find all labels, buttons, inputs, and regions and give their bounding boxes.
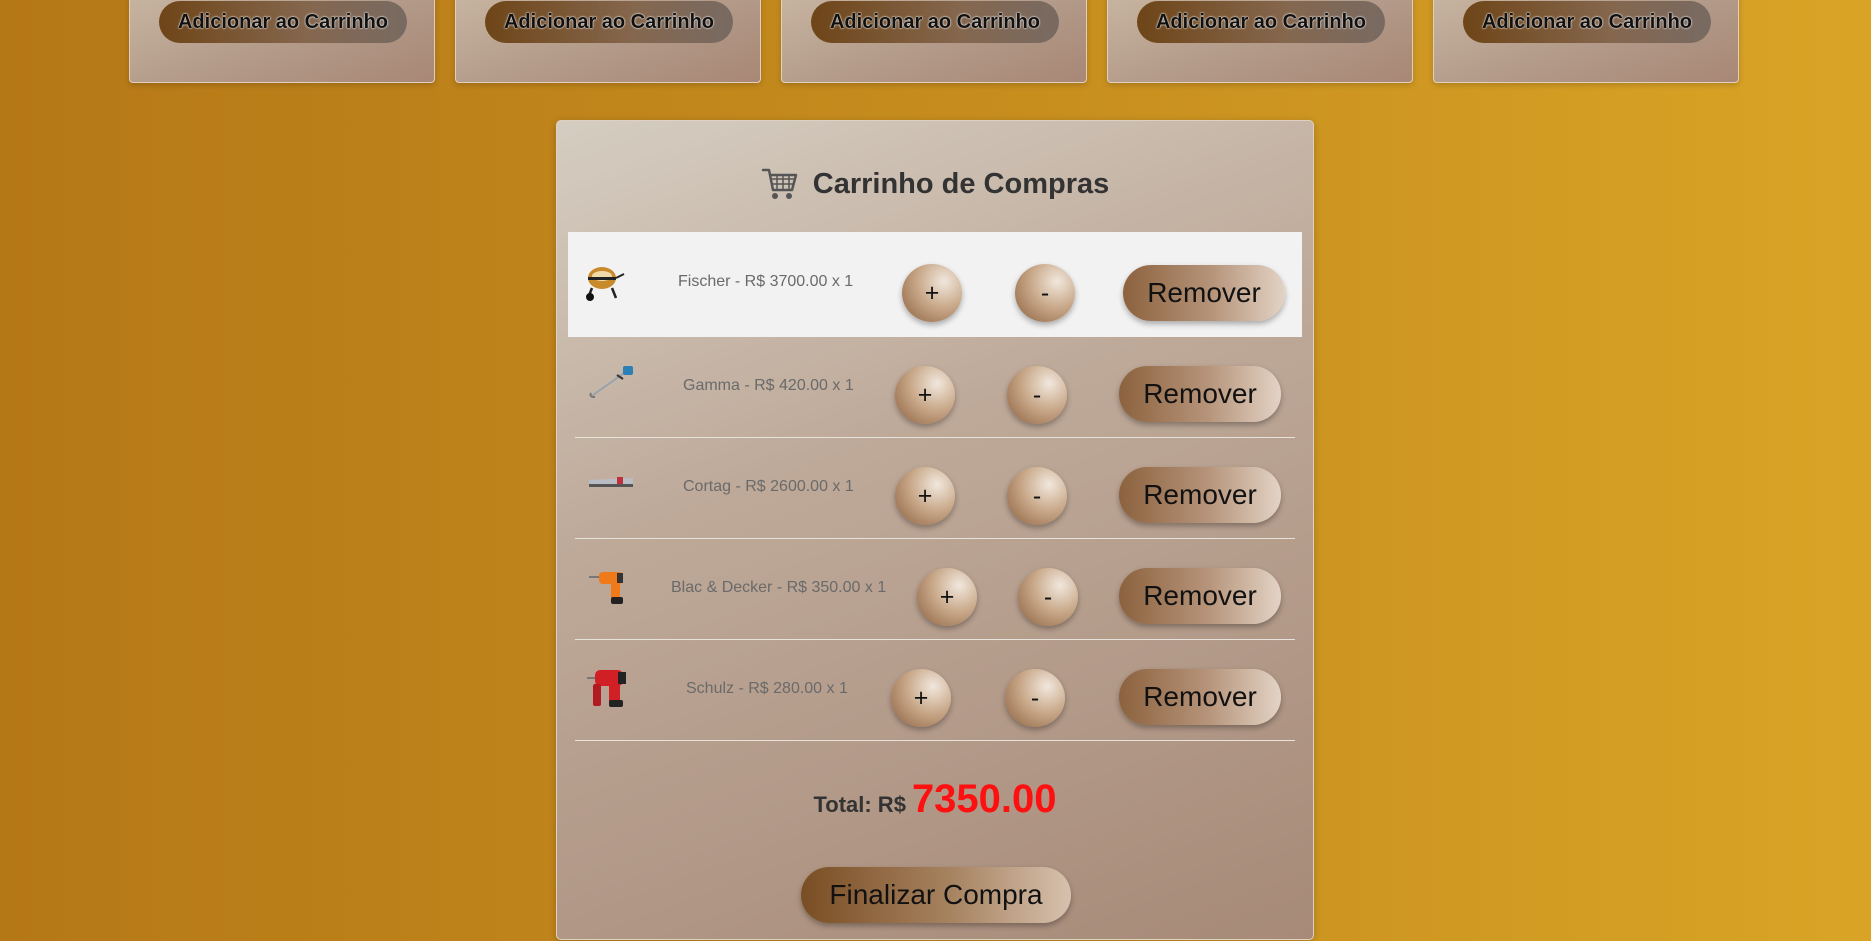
- total-value: 7350.00: [911, 777, 1057, 821]
- decrease-quantity-button[interactable]: -: [1007, 467, 1067, 525]
- decrease-quantity-button[interactable]: -: [1007, 366, 1067, 424]
- decrease-quantity-button[interactable]: -: [1015, 264, 1075, 322]
- cart-item-label: Blac & Decker - R$ 350.00 x 1: [671, 579, 887, 596]
- product-card: Adicionar ao Carrinho: [1433, 0, 1739, 83]
- add-to-cart-button[interactable]: Adicionar ao Carrinho: [159, 1, 407, 43]
- cart-item-label: Cortag - R$ 2600.00 x 1: [683, 478, 854, 495]
- add-to-cart-button[interactable]: Adicionar ao Carrinho: [1137, 1, 1385, 43]
- remove-item-button[interactable]: Remover: [1119, 568, 1281, 624]
- red-drill-icon: [585, 664, 635, 712]
- product-card: Adicionar ao Carrinho: [455, 0, 761, 83]
- shopping-cart-icon: [761, 166, 799, 202]
- tile-cutter-icon: [587, 472, 637, 520]
- product-grid: Adicionar ao Carrinho Adicionar ao Carri…: [0, 0, 1871, 84]
- increase-quantity-button[interactable]: +: [895, 467, 955, 525]
- cart-title: Carrinho de Compras: [812, 167, 1110, 200]
- decrease-quantity-button[interactable]: -: [1018, 568, 1078, 626]
- cart-item: Blac & Decker - R$ 350.00 x 1 + - Remove…: [575, 539, 1295, 640]
- remove-item-button[interactable]: Remover: [1119, 467, 1281, 523]
- cart-item-label: Schulz - R$ 280.00 x 1: [686, 680, 848, 697]
- remove-item-button[interactable]: Remover: [1123, 265, 1285, 321]
- total-label: Total: R$: [813, 792, 906, 817]
- string-trimmer-icon: [587, 363, 637, 411]
- add-to-cart-button[interactable]: Adicionar ao Carrinho: [1463, 1, 1711, 43]
- cart-item-label: Gamma - R$ 420.00 x 1: [683, 377, 854, 394]
- shopping-cart-panel: Carrinho de Compras Fischer - R$ 3700.00…: [556, 120, 1314, 940]
- cart-total: Total: R$ 7350.00: [557, 777, 1313, 822]
- concrete-mixer-icon: [582, 262, 632, 310]
- cart-item: Fischer - R$ 3700.00 x 1 + - Remover: [568, 232, 1302, 337]
- add-to-cart-button[interactable]: Adicionar ao Carrinho: [485, 1, 733, 43]
- increase-quantity-button[interactable]: +: [902, 264, 962, 322]
- product-card: Adicionar ao Carrinho: [129, 0, 435, 83]
- increase-quantity-button[interactable]: +: [891, 669, 951, 727]
- cart-item: Cortag - R$ 2600.00 x 1 + - Remover: [575, 438, 1295, 539]
- remove-item-button[interactable]: Remover: [1119, 366, 1281, 422]
- increase-quantity-button[interactable]: +: [895, 366, 955, 424]
- product-card: Adicionar ao Carrinho: [1107, 0, 1413, 83]
- orange-drill-icon: [587, 567, 637, 615]
- cart-header: Carrinho de Compras: [557, 159, 1313, 209]
- cart-item-label: Fischer - R$ 3700.00 x 1: [678, 273, 854, 290]
- cart-item: Schulz - R$ 280.00 x 1 + - Remover: [575, 640, 1295, 741]
- increase-quantity-button[interactable]: +: [917, 568, 977, 626]
- cart-item: Gamma - R$ 420.00 x 1 + - Remover: [575, 337, 1295, 438]
- add-to-cart-button[interactable]: Adicionar ao Carrinho: [811, 1, 1059, 43]
- checkout-button[interactable]: Finalizar Compra: [801, 867, 1071, 923]
- decrease-quantity-button[interactable]: -: [1005, 669, 1065, 727]
- remove-item-button[interactable]: Remover: [1119, 669, 1281, 725]
- product-card: Adicionar ao Carrinho: [781, 0, 1087, 83]
